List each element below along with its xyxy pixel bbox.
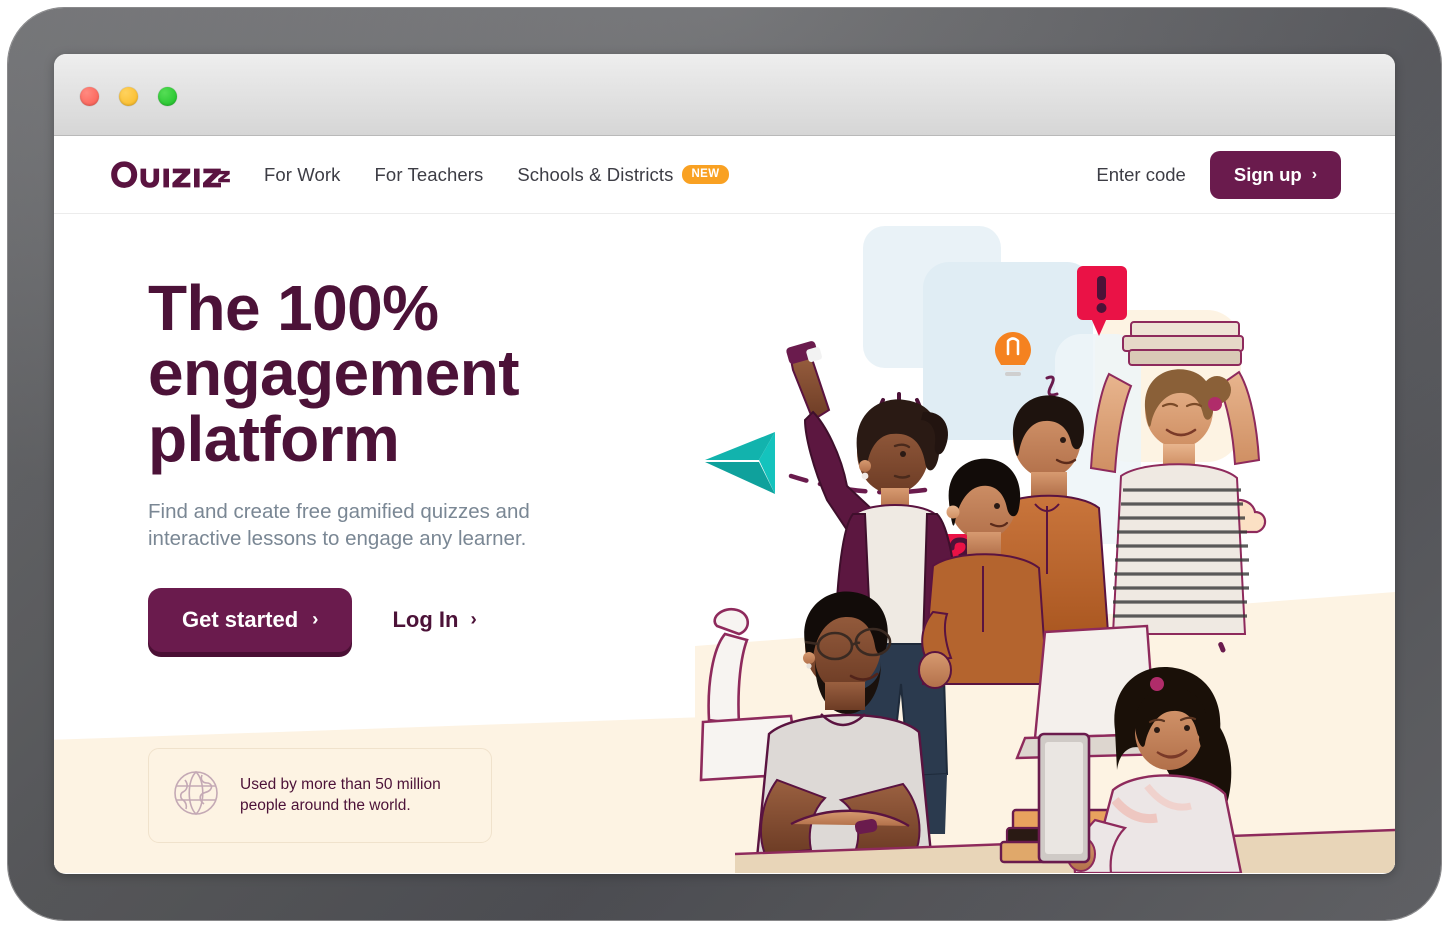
window-controls [80, 87, 177, 106]
log-in-link-label: Log In [392, 606, 459, 632]
nav-item-for-teachers[interactable]: For Teachers [375, 164, 484, 186]
paper-plane-icon [705, 432, 775, 494]
sign-up-button-label: Sign up [1233, 163, 1302, 185]
get-started-button-label: Get started [182, 606, 299, 632]
figure-boy-front [918, 458, 1049, 689]
hero-cta-row: Get started › Log In › [148, 587, 618, 652]
books-on-head [1122, 321, 1244, 366]
users-stat-card: Used by more than 50 million people arou… [148, 748, 492, 843]
hero-section: The 100% engagement platform Find and cr… [54, 214, 1395, 873]
navbar-actions: Enter code Sign up › [1096, 150, 1341, 199]
chevron-right-icon: › [470, 608, 477, 630]
nav-item-schools-districts[interactable]: Schools & Districts NEW [517, 163, 729, 186]
nav-item-schools-districts-label: Schools & Districts [517, 163, 674, 185]
sign-up-button[interactable]: Sign up › [1209, 150, 1341, 199]
chevron-right-icon: › [312, 608, 319, 630]
new-badge: NEW [682, 164, 729, 185]
nav-item-for-work-label: For Work [264, 163, 341, 185]
hero-illustration [695, 214, 1395, 873]
enter-code-link[interactable]: Enter code [1096, 164, 1185, 186]
get-started-button[interactable]: Get started › [148, 587, 353, 652]
quizizz-logo[interactable] [108, 160, 230, 190]
page-title: The 100% engagement platform [148, 272, 520, 475]
log-in-link[interactable]: Log In › [392, 607, 476, 633]
minimize-window-button[interactable] [119, 87, 138, 106]
site-navbar: For Work For Teachers Schools & District… [54, 136, 1395, 214]
page-viewport: For Work For Teachers Schools & District… [54, 136, 1395, 873]
chevron-right-icon: › [1311, 165, 1317, 183]
device-frame: For Work For Teachers Schools & District… [8, 8, 1441, 920]
users-stat-text: Used by more than 50 million people arou… [240, 775, 441, 817]
users-stat-line-1: Used by more than 50 million [240, 775, 441, 793]
nav-item-for-teachers-label: For Teachers [374, 163, 484, 185]
primary-nav-links: For Work For Teachers Schools & District… [264, 164, 729, 186]
hero-copy: The 100% engagement platform Find and cr… [148, 272, 618, 652]
browser-window: For Work For Teachers Schools & District… [54, 54, 1395, 874]
globe-icon [171, 768, 221, 823]
users-stat-line-2: people around the world. [240, 796, 411, 814]
tablet-device [1037, 732, 1091, 864]
hero-subheadline: Find and create free gamified quizzes an… [148, 499, 530, 550]
maximize-window-button[interactable] [158, 87, 177, 106]
browser-titlebar [54, 54, 1395, 136]
close-window-button[interactable] [80, 87, 99, 106]
nav-item-for-work[interactable]: For Work [264, 164, 341, 186]
